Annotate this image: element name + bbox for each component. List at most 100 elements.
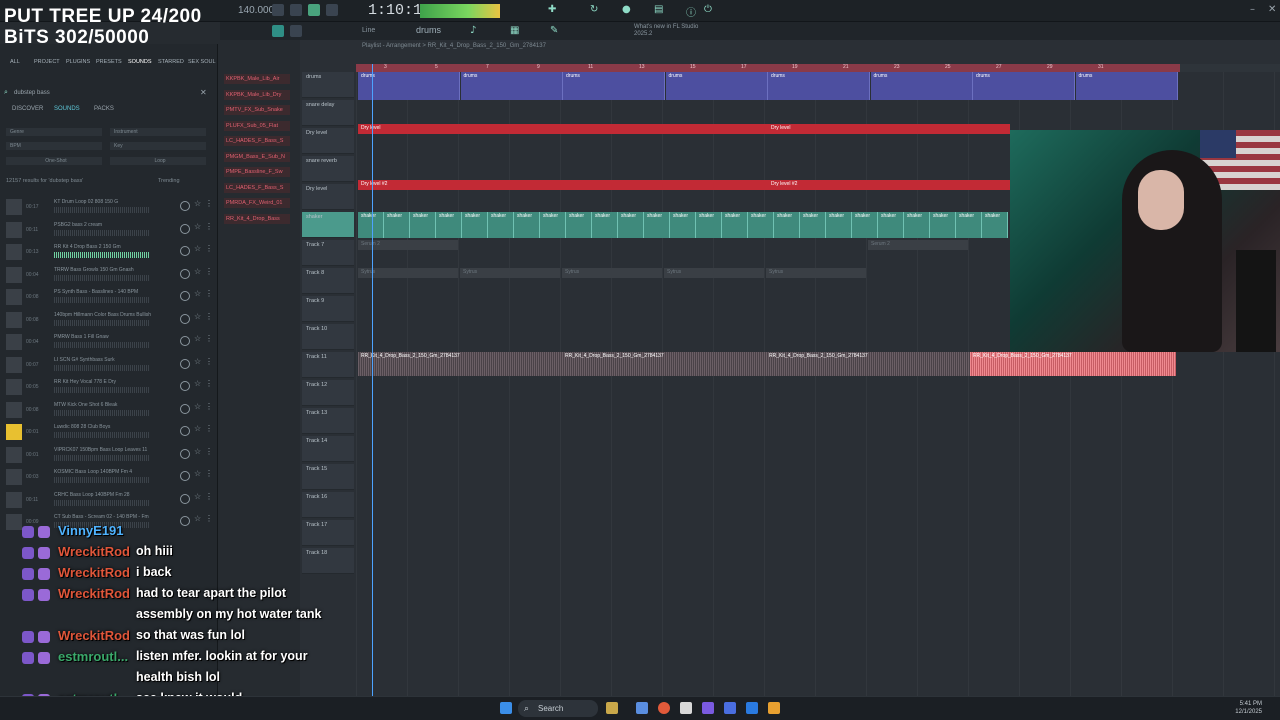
pattern-item[interactable]: LC_HADES_F_Bass_S (224, 136, 290, 146)
automation-clip[interactable]: Dry level #2 (768, 180, 1010, 190)
notepad-icon[interactable] (680, 702, 692, 714)
drum-clip[interactable]: drums (870, 72, 973, 100)
track-header[interactable]: Track 11 (302, 352, 354, 378)
sample-waveform[interactable] (54, 454, 149, 461)
refresh-icon[interactable]: ↻ (590, 4, 598, 15)
drum-clip[interactable]: drums (768, 72, 870, 100)
star-icon[interactable]: ☆ (194, 424, 201, 433)
star-icon[interactable]: ☆ (194, 334, 201, 343)
discord-icon[interactable] (702, 702, 714, 714)
copilot-icon[interactable] (636, 702, 648, 714)
shaker-clip[interactable]: shaker (956, 212, 982, 238)
record-button[interactable] (326, 4, 338, 16)
sample-waveform[interactable] (54, 252, 149, 258)
star-icon[interactable]: ☆ (194, 222, 201, 231)
sample-waveform[interactable] (54, 387, 149, 393)
add-sample-icon[interactable] (180, 426, 190, 436)
start-icon[interactable] (500, 702, 512, 714)
more-icon[interactable]: ⋮ (205, 447, 213, 456)
subtab-sounds[interactable]: SOUNDS (54, 106, 80, 112)
add-sample-icon[interactable] (180, 201, 190, 211)
sample-waveform[interactable] (54, 342, 149, 348)
track-header[interactable]: Track 9 (302, 296, 354, 322)
filter-genre[interactable]: Genre (6, 128, 102, 136)
chat-username[interactable]: VinnyE191 (58, 523, 124, 538)
filter-key[interactable]: Key (110, 142, 206, 150)
track-header[interactable]: snare reverb (302, 156, 354, 182)
shaker-clip[interactable]: shaker (514, 212, 540, 238)
sample-waveform[interactable] (54, 207, 149, 213)
star-icon[interactable]: ☆ (194, 312, 201, 321)
playlist-button[interactable] (272, 25, 284, 37)
sample-name[interactable]: 140bpm Hillmann Color Bass Drums Bullish (54, 312, 151, 318)
tempo-display[interactable]: 140.000 (238, 5, 274, 16)
automation-clip[interactable]: Dry level (768, 124, 1010, 134)
pattern-item[interactable]: PLUFX_Sub_05_Flat (224, 120, 290, 131)
browser-tab-starred[interactable]: STARRED (158, 59, 184, 65)
sample-name[interactable]: LI SCN G# Synthbass Surk (54, 357, 115, 363)
add-sample-icon[interactable] (180, 313, 190, 324)
browser-tab-all[interactable]: ALL (10, 59, 20, 65)
pattern-item[interactable]: PMRDA_FX_Weird_01 (224, 198, 290, 208)
sample-row[interactable]: 00:01 Luwdic 808 28 Club Boys ☆ ⋮ (2, 421, 214, 443)
star-icon[interactable]: ☆ (194, 267, 201, 276)
sample-row[interactable]: 00:08 MTW Kick One Shot 6 Bleak ☆ ⋮ (2, 399, 214, 421)
browser-tab-sexsoul[interactable]: SEX SOUL (188, 59, 216, 65)
shaker-clip[interactable]: shaker (904, 212, 930, 238)
sample-waveform[interactable] (54, 319, 149, 326)
add-sample-icon[interactable] (180, 336, 190, 346)
flstudio-icon[interactable] (746, 702, 758, 714)
add-sample-icon[interactable] (180, 403, 190, 414)
star-icon[interactable]: ☆ (194, 402, 201, 411)
drum-clip[interactable]: drums (563, 72, 665, 100)
chat-username[interactable]: WreckitRod (58, 544, 130, 559)
mic-icon[interactable]: ● (622, 4, 631, 15)
browser-tab-presets[interactable]: PRESETS (96, 59, 122, 65)
browser-tab-sounds[interactable]: SOUNDS (128, 59, 152, 65)
sample-row[interactable]: 00:05 RR Kit Hey Vocal 778 E Dry ☆ ⋮ (2, 376, 214, 398)
stop-button[interactable] (290, 4, 302, 16)
sample-name[interactable]: KOSMIC Bass Loop 140BPM Fm 4 (54, 469, 132, 475)
sample-row[interactable]: 00:17 KT Drum Loop 02 808 150 G ☆ ⋮ (2, 196, 214, 218)
pattern-item[interactable]: PMPE_Bassline_F_Sw (224, 167, 290, 177)
shaker-clip[interactable]: shaker (826, 212, 852, 238)
pattern-item[interactable]: LC_HADES_F_Bass_S (224, 182, 290, 193)
add-sample-icon[interactable] (180, 291, 190, 301)
automation-clip[interactable]: Dry level (358, 124, 768, 134)
sample-waveform[interactable] (54, 364, 149, 371)
play-button[interactable] (272, 4, 284, 16)
system-clock[interactable]: 5:41 PM 12/1/2025 (1235, 700, 1262, 716)
shaker-clip[interactable]: shaker (930, 212, 956, 238)
clear-search-icon[interactable]: ✕ (200, 88, 207, 97)
plugin-icon[interactable]: ✎ (550, 25, 558, 36)
shaker-clip[interactable]: shaker (748, 212, 774, 238)
shaker-clip[interactable]: shaker (696, 212, 722, 238)
more-icon[interactable]: ⋮ (205, 357, 213, 366)
filter-instrument[interactable]: Instrument (110, 128, 206, 136)
track-header[interactable]: Track 16 (302, 492, 354, 518)
shaker-clip[interactable]: shaker (410, 212, 436, 238)
ghost-clip[interactable]: Sytrus (562, 268, 662, 278)
info-icon[interactable]: ⓘ (686, 4, 696, 19)
more-icon[interactable]: ⋮ (205, 469, 213, 478)
sample-row[interactable]: 00:08 PS Synth Bass - Basslines - 140 BPM… (2, 286, 214, 308)
add-sample-icon[interactable] (180, 493, 190, 504)
ghost-clip[interactable]: Sytrus (766, 268, 866, 278)
more-icon[interactable]: ⋮ (205, 289, 213, 298)
sample-name[interactable]: KT Drum Loop 02 808 150 G (54, 199, 118, 205)
add-sample-icon[interactable] (180, 448, 190, 459)
shaker-clip[interactable]: shaker (540, 212, 566, 238)
sample-waveform[interactable] (54, 274, 149, 281)
chat-username[interactable]: estmroutl... (58, 649, 128, 664)
star-icon[interactable]: ☆ (194, 244, 201, 253)
chat-username[interactable]: WreckitRod (58, 628, 130, 643)
track-header[interactable]: Track 13 (302, 408, 354, 434)
shaker-clip[interactable]: shaker (722, 212, 748, 238)
app-icon[interactable] (724, 702, 736, 714)
filter-oneshot[interactable]: One-Shot (6, 157, 102, 165)
shaker-clip[interactable]: shaker (982, 212, 1008, 238)
shaker-clip[interactable]: shaker (800, 212, 826, 238)
subtab-packs[interactable]: PACKS (94, 106, 114, 112)
track-header[interactable]: Dry level (302, 184, 354, 210)
browser-tab-project[interactable]: PROJECT (34, 59, 60, 65)
